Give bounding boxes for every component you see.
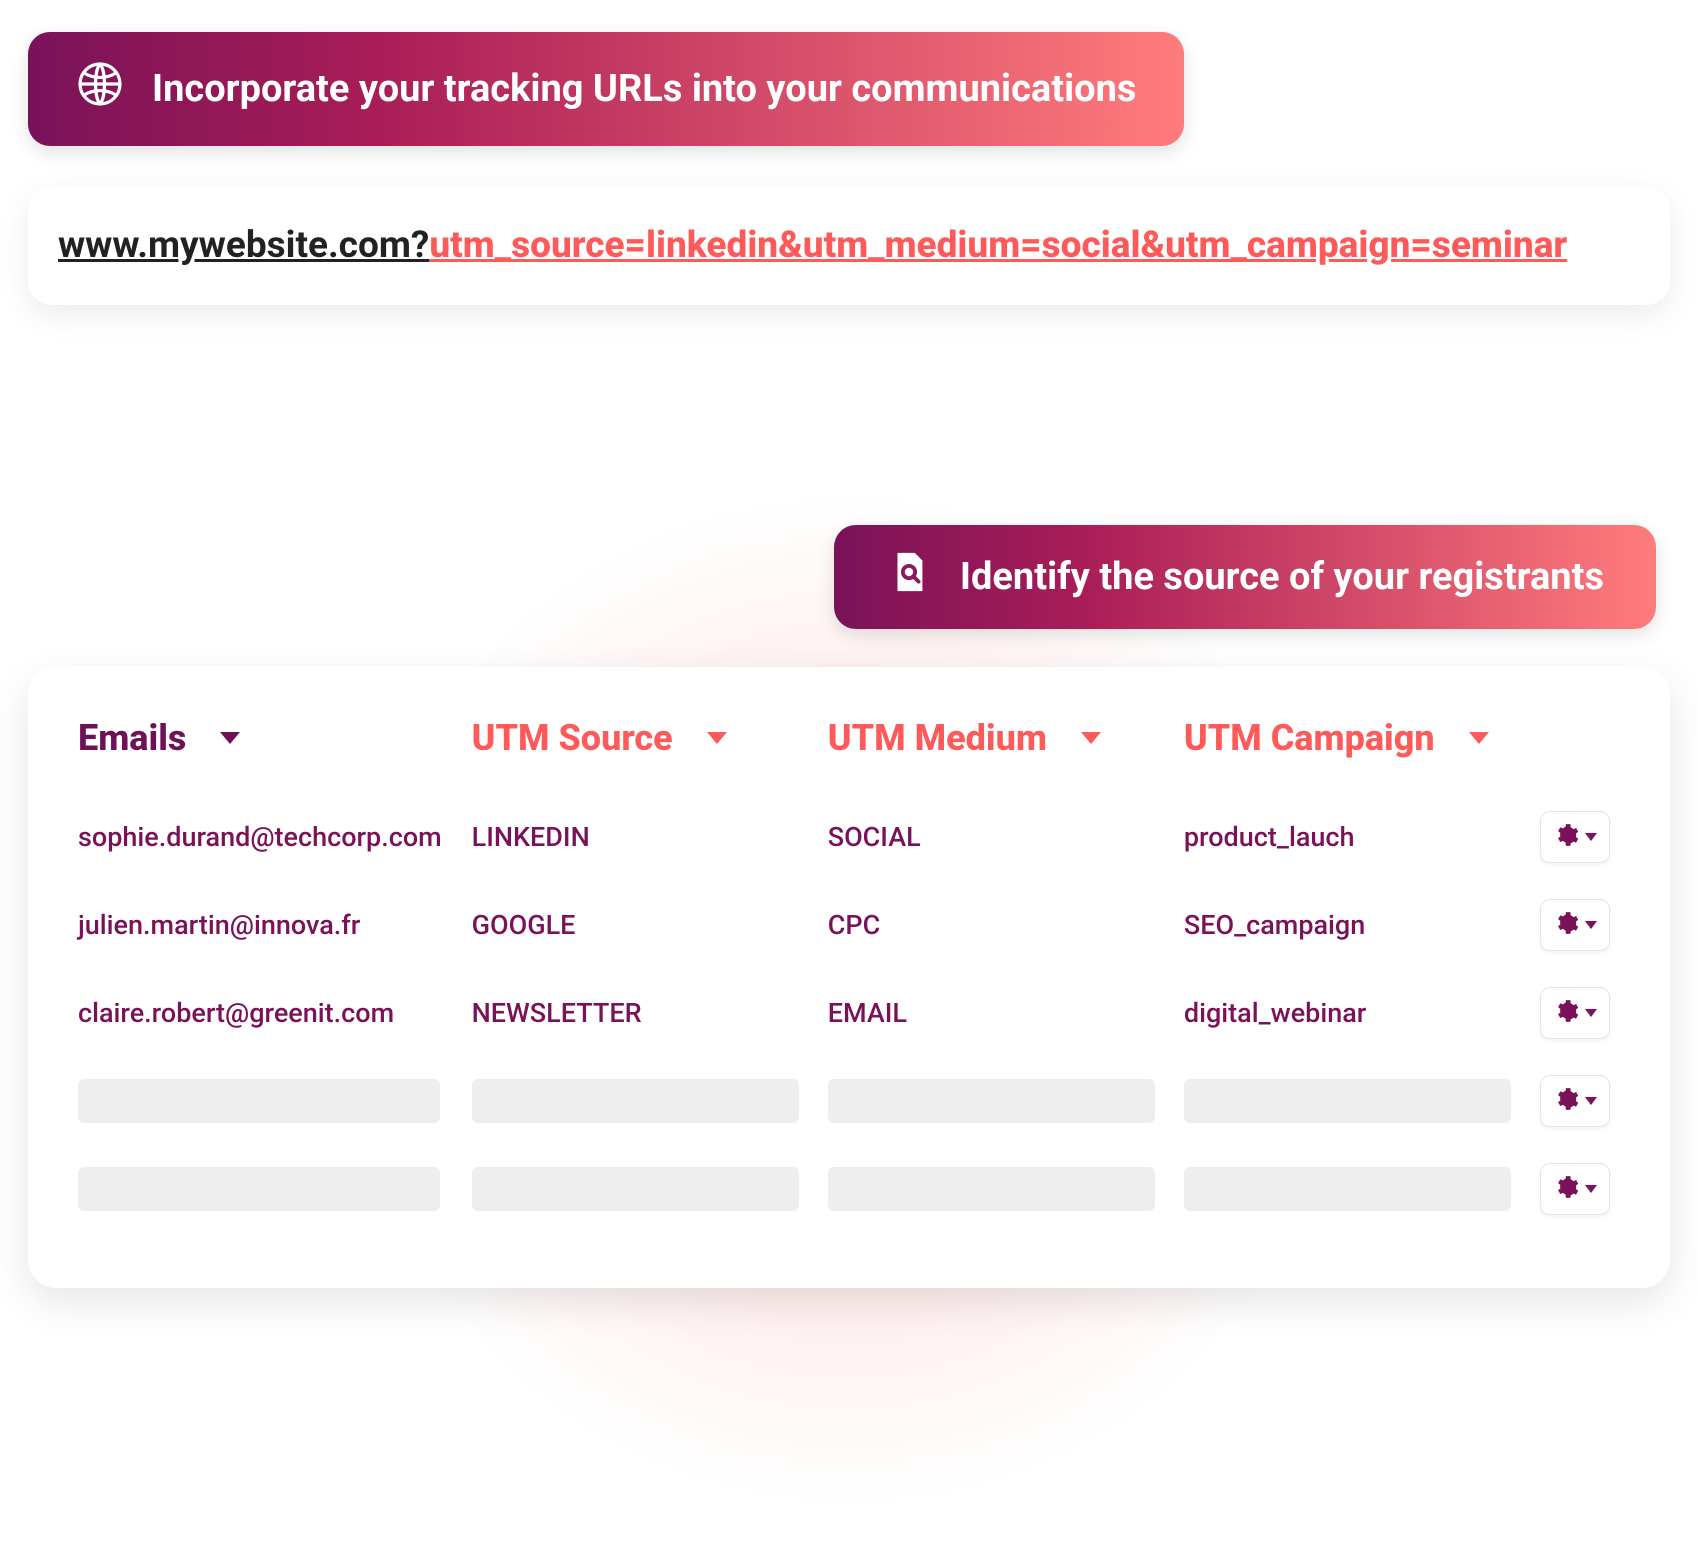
row-actions-button[interactable] — [1540, 811, 1610, 863]
gear-icon — [1553, 1174, 1579, 1204]
gear-icon — [1553, 998, 1579, 1028]
placeholder-cell — [828, 1079, 1156, 1123]
table-row: sophie.durand@techcorp.comLINKEDINSOCIAL… — [78, 793, 1620, 881]
cell-source: NEWSLETTER — [472, 997, 828, 1029]
banner-identify-source-label: Identify the source of your registrants — [960, 555, 1604, 599]
url-utm-text: utm_source=linkedin&utm_medium=social&ut… — [429, 224, 1567, 267]
caret-down-icon — [1585, 1185, 1597, 1193]
cell-medium: SOCIAL — [828, 821, 1184, 853]
cell-email: sophie.durand@techcorp.com — [78, 821, 472, 853]
column-header-utm-medium-label: UTM Medium — [828, 717, 1047, 759]
column-header-utm-campaign[interactable]: UTM Campaign — [1184, 717, 1540, 759]
caret-down-icon — [1469, 732, 1489, 744]
cell-campaign: SEO_campaign — [1184, 909, 1540, 941]
document-search-icon — [886, 549, 932, 605]
placeholder-cell — [78, 1167, 440, 1211]
caret-down-icon — [1585, 1097, 1597, 1105]
banner-tracking-urls: Incorporate your tracking URLs into your… — [28, 32, 1184, 146]
url-example-card: www.mywebsite.com?utm_source=linkedin&ut… — [28, 186, 1670, 305]
row-actions-button[interactable] — [1540, 899, 1610, 951]
column-header-utm-campaign-label: UTM Campaign — [1184, 717, 1435, 759]
banner-tracking-urls-label: Incorporate your tracking URLs into your… — [152, 67, 1136, 111]
table-row: julien.martin@innova.frGOOGLECPCSEO_camp… — [78, 881, 1620, 969]
cell-email: claire.robert@greenit.com — [78, 997, 472, 1029]
globe-icon — [76, 60, 124, 118]
caret-down-icon — [707, 732, 727, 744]
placeholder-cell — [828, 1167, 1156, 1211]
row-actions-button[interactable] — [1540, 1075, 1610, 1127]
row-actions-button[interactable] — [1540, 1163, 1610, 1215]
row-actions-button[interactable] — [1540, 987, 1610, 1039]
caret-down-icon — [1585, 833, 1597, 841]
cell-campaign: digital_webinar — [1184, 997, 1540, 1029]
table-row: claire.robert@greenit.comNEWSLETTEREMAIL… — [78, 969, 1620, 1057]
cell-campaign: product_lauch — [1184, 821, 1540, 853]
column-header-utm-source-label: UTM Source — [472, 717, 673, 759]
gear-icon — [1553, 1086, 1579, 1116]
gear-icon — [1553, 822, 1579, 852]
caret-down-icon — [220, 732, 240, 744]
placeholder-cell — [472, 1167, 800, 1211]
placeholder-cell — [1184, 1167, 1512, 1211]
column-header-utm-source[interactable]: UTM Source — [472, 717, 828, 759]
placeholder-cell — [472, 1079, 800, 1123]
cell-medium: EMAIL — [828, 997, 1184, 1029]
column-header-emails[interactable]: Emails — [78, 717, 472, 759]
column-header-utm-medium[interactable]: UTM Medium — [828, 717, 1184, 759]
table-row-empty — [78, 1145, 1620, 1233]
column-header-emails-label: Emails — [78, 717, 186, 759]
cell-source: GOOGLE — [472, 909, 828, 941]
caret-down-icon — [1585, 1009, 1597, 1017]
cell-email: julien.martin@innova.fr — [78, 909, 472, 941]
url-base-text: www.mywebsite.com? — [58, 224, 429, 267]
registrants-table: Emails UTM Source UTM Medium UTM Campaig… — [28, 667, 1670, 1288]
placeholder-cell — [78, 1079, 440, 1123]
gear-icon — [1553, 910, 1579, 940]
caret-down-icon — [1081, 732, 1101, 744]
placeholder-cell — [1184, 1079, 1512, 1123]
cell-medium: CPC — [828, 909, 1184, 941]
table-row-empty — [78, 1057, 1620, 1145]
table-header-row: Emails UTM Source UTM Medium UTM Campaig… — [78, 717, 1620, 759]
cell-source: LINKEDIN — [472, 821, 828, 853]
caret-down-icon — [1585, 921, 1597, 929]
banner-identify-source: Identify the source of your registrants — [834, 525, 1656, 629]
